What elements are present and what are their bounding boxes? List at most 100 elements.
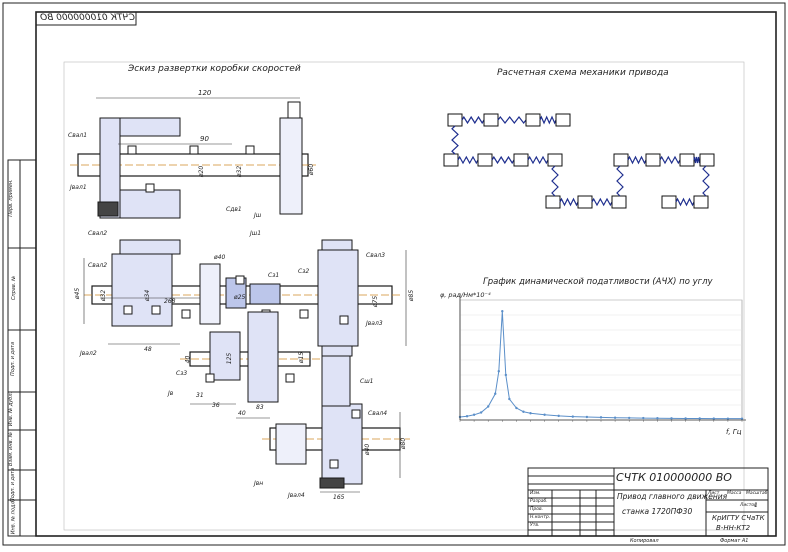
side-stamp-label: Инв. № дубл. [8,391,15,427]
stamp-top: СЧТК 010000000 ВО [40,13,135,23]
inertia-block [443,153,459,167]
chart-data-point [543,413,546,416]
part-label: Сдв1 [226,206,242,213]
chart-data-point [712,417,715,420]
side-stamp-label: Подп. и дата [10,341,17,377]
title-mass-label: Масса [727,491,742,496]
chart-data-point [670,417,673,420]
title-scale-label: Масштаб [746,491,768,496]
part-label: Cвал1 [68,132,88,139]
part-label: Jвн [254,480,264,487]
chart-data-point [487,405,490,408]
afc-chart [458,294,746,422]
dimension-label: ø15 [298,351,306,364]
dimension-label: ø45 [74,287,82,300]
dimension-label: 31 [196,392,204,399]
dimension-label: 48 [144,346,152,353]
part-label: Jвал1 [70,184,87,191]
dimension-label: ø32 [100,289,108,302]
dimension-label: 40 [184,355,192,364]
dimension-label: ø60 [308,163,316,176]
title-role: Н.контр. [530,515,551,520]
side-stamp-label: Подп. и дата [10,467,17,503]
chart-data-point [656,417,659,420]
title-role: Изм. [530,491,541,496]
title-org-1: КрИГТУ СЧаТК [712,514,765,522]
side-stamp-label: Перв. примен. [7,179,14,217]
part-label: Сз1 [268,272,280,279]
dimension-label: 268 [164,298,176,305]
title-role: Разраб. [530,499,548,504]
inertia-block [555,113,571,127]
part-label: Jвал2 [80,350,97,357]
title-sheet-label: Лист [708,491,720,496]
inertia-block [545,195,561,209]
dimension-label: 165 [333,494,345,501]
chart-data-point [515,406,518,410]
part-label: Cвал3 [366,252,386,259]
dimension-label: 40 [238,410,246,417]
part-label: Cвал4 [368,410,388,417]
chart-data-point [684,417,687,420]
part-label: Jш [254,212,262,219]
chart-data-point [465,415,469,418]
dimension-label: ø40 [214,254,226,261]
drawing-sheet: СЧТК 010000000 ВО Эскиз развертки коробк… [0,0,788,548]
side-stamp-label: Справ. № [11,275,18,301]
chart-data-point [479,411,483,414]
dimension-label: 83 [256,404,264,411]
inertia-block [477,153,493,167]
title-role: Утв. [530,523,540,528]
chart-data-point [472,413,476,416]
inertia-block [513,153,529,167]
inertia-block [661,195,677,209]
chart-data-point [613,416,617,419]
part-label: Сз3 [176,370,188,377]
inertia-block [679,153,695,167]
dimension-label: 36 [212,402,220,409]
dimension-label: ø75 [372,295,380,308]
inertia-block [547,153,563,167]
inertia-block [699,153,715,167]
inertia-block [693,195,709,209]
inertia-block [447,113,463,127]
dimension-label: 120 [198,89,212,97]
dimension-label: ø32 [236,165,244,178]
part-label: Jвал4 [288,492,305,499]
inertia-block [613,153,629,167]
drawing-canvas [2,2,786,546]
chart-x-axis-label: f, Гц [726,428,742,436]
inertia-block [577,195,593,209]
inertia-block [483,113,499,127]
chart-data-point [497,370,500,373]
chart-data-point [726,417,730,420]
part-label: Jвал3 [366,320,383,327]
gearbox-sketch-title: Эскиз развертки коробки скоростей [128,64,301,74]
chart-data-point [642,416,645,420]
title-role: Пров. [530,507,544,512]
dimension-label: ø25 [234,294,246,301]
title-designation: СЧТК 010000000 ВО [616,471,732,484]
dimension-label: ø20 [198,165,206,178]
chart-data-point [501,310,504,313]
chart-data-point [698,417,701,420]
dimension-label: 125 [226,352,234,365]
afc-chart-title: График динамической податливости (АЧХ) п… [483,277,713,287]
side-stamp-label: Взам. инв. № [7,432,14,466]
chart-y-axis-label: φ, рад/Нм*10⁻⁴ [440,291,491,299]
part-label: Jш1 [250,230,262,237]
chart-data-point [740,417,744,420]
title-org-2: В-НН-КТ2 [716,524,751,532]
part-label: Свал2 [88,230,108,237]
part-label: Сш1 [360,378,374,385]
part-label: Cвал2 [88,262,108,269]
chart-data-point [494,392,497,395]
chart-data-point [599,416,603,419]
chart-data-point [508,397,511,401]
title-format: Формат А1 [720,538,749,544]
part-label: Jв [168,390,174,397]
side-stamp-label: Инв. № подл. [10,499,17,535]
chart-data-point [504,373,508,377]
part-label: Сз2 [298,268,310,275]
dimension-label: ø40 [364,443,372,456]
